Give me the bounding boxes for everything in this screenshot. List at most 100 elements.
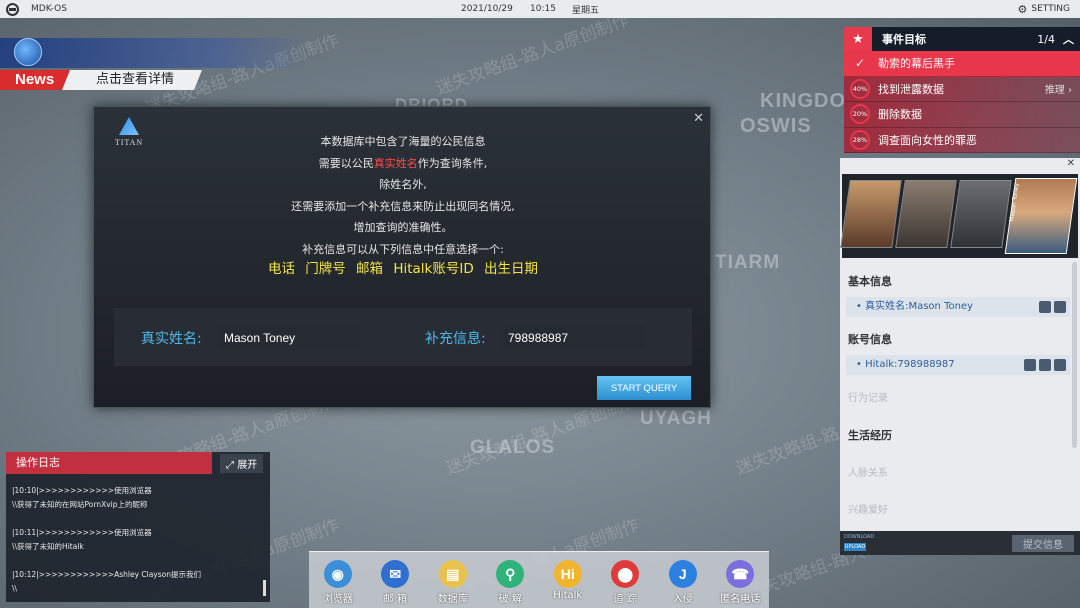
account-info-title: 账号信息: [848, 333, 892, 346]
objective-item[interactable]: 20% 删除数据: [844, 102, 1080, 128]
check-icon: ✓: [854, 56, 866, 71]
instruction-line: 还需要添加一个补充信息来防止出现同名情况,: [291, 199, 515, 213]
objective-text: 调查面向女性的罪恶: [878, 133, 977, 147]
progress-ring: 40%: [850, 78, 870, 99]
profile-scrollbar[interactable]: [1072, 262, 1077, 448]
deduce-link[interactable]: 推理 ›: [1045, 81, 1072, 96]
upload-label: UPLOAD: [844, 543, 866, 551]
crack-icon: ⚲: [496, 560, 525, 588]
phone-icon: ☎: [726, 560, 755, 588]
expand-button[interactable]: ⤢ 展开: [220, 453, 264, 473]
profile-panel: ✕ Mason Toney 基本信息 • 真实姓名:Mason Toney 账号…: [840, 158, 1080, 555]
objective-item[interactable]: 40% 找到泄露数据 推理 ›: [844, 76, 1080, 102]
account-info-entry[interactable]: • Hitalk:798988987: [846, 355, 1070, 375]
dock-item[interactable]: ✉ 邮 箱: [369, 560, 421, 605]
log-entry: \\获得了未知的Hitalk: [12, 542, 84, 551]
objective-text: 删除数据: [878, 108, 922, 122]
profile-footer: DOWNLOAD UPLOAD 提交信息: [840, 531, 1080, 555]
dock-item[interactable]: ⚲ 破 解: [484, 560, 536, 605]
dock-item[interactable]: ⬤ 追 踪: [599, 560, 651, 605]
log-title: 操作日志: [6, 452, 212, 474]
objectives-count: 1/4: [1037, 32, 1055, 46]
news-details-link[interactable]: 点击查看详情: [62, 70, 202, 90]
log-entry: \\: [12, 584, 18, 593]
map-label-oswis: OSWIS: [740, 115, 812, 137]
globe-icon: ◉: [323, 560, 352, 588]
database-icon: ▤: [438, 560, 467, 588]
dock-item-label: 追 踪: [613, 594, 637, 605]
behavior-record: 行为记录: [848, 393, 888, 404]
real-name-label: 真实姓名:: [141, 331, 202, 347]
setting-button[interactable]: ⚙ SETTING: [1018, 3, 1070, 16]
query-form: 真实姓名: 补充信息:: [114, 308, 692, 366]
basic-info-entry[interactable]: • 真实姓名:Mason Toney: [846, 297, 1070, 317]
instruction-line: 除姓名外,: [379, 178, 427, 191]
chevron-up-icon[interactable]: ︿: [1063, 31, 1074, 47]
news-banner[interactable]: News 点击查看详情: [0, 36, 320, 91]
hitalk-icon[interactable]: [1024, 359, 1036, 371]
event-objectives-panel: ★ 事件目标 1/4 ︿ ✓ 勒索的幕后黑手 40% 找到泄露数据 推理 › 2…: [844, 27, 1080, 153]
download-label: DOWNLOAD: [844, 534, 875, 540]
dock-item-label: Hitalk: [553, 590, 583, 601]
dock-item[interactable]: ◉ 浏览器: [312, 560, 364, 605]
gear-icon: ⚙: [1017, 2, 1028, 16]
instruction-line: 增加查询的准确性。: [353, 221, 453, 234]
dock-item-label: 数据库: [437, 594, 468, 605]
dock-item-label: 浏览器: [322, 594, 353, 605]
hook-icon: J: [668, 560, 697, 588]
system-weekday: 星期五: [572, 5, 600, 16]
submit-info-button[interactable]: 提交信息: [1012, 535, 1074, 552]
hobbies-item: 兴趣爱好: [848, 505, 888, 516]
close-icon[interactable]: ✕: [1067, 158, 1075, 169]
progress-ring: 20%: [850, 104, 870, 125]
close-icon[interactable]: ✕: [693, 111, 704, 126]
supplement-input[interactable]: [502, 326, 644, 350]
real-name-input[interactable]: [218, 326, 360, 350]
globe-icon: [14, 38, 42, 66]
supplement-label: 补充信息:: [425, 331, 486, 347]
objective-item[interactable]: ✓ 勒索的幕后黑手: [844, 51, 1080, 77]
log-entry: |10:10|>>>>>>>>>>>>使用浏览器: [12, 486, 152, 495]
portrait-thumbnail[interactable]: [950, 180, 1012, 248]
dock-item[interactable]: Hi Hitalk: [542, 560, 594, 601]
dock-item[interactable]: J 入侵: [657, 560, 709, 605]
objective-item[interactable]: 28% 调查面向女性的罪恶: [844, 127, 1080, 153]
expand-icon: ⤢: [226, 459, 234, 471]
start-query-button[interactable]: START QUERY: [597, 376, 691, 400]
shield-icon[interactable]: [1039, 359, 1051, 371]
objectives-header[interactable]: ★ 事件目标 1/4 ︿: [844, 27, 1080, 51]
portrait-selected[interactable]: Mason Toney: [1004, 178, 1078, 254]
dock-item[interactable]: ▤ 数据库: [427, 560, 479, 605]
system-date: 2021/10/29: [461, 4, 513, 14]
system-time: 10:15: [530, 4, 556, 14]
setting-label: SETTING: [1031, 4, 1070, 14]
instruction-line: 本数据库中包含了海量的公民信息: [320, 135, 486, 148]
star-icon: ★: [844, 27, 872, 51]
portrait-thumbnail[interactable]: [840, 180, 902, 248]
map-label-kingdo: KINGDO: [760, 90, 846, 112]
objective-text: 勒索的幕后黑手: [878, 57, 955, 71]
portrait-thumbnail[interactable]: [895, 180, 957, 248]
dock-item[interactable]: ☎ 匿名电话: [714, 560, 766, 605]
news-strip: [0, 38, 310, 68]
document-icon[interactable]: [1054, 359, 1066, 371]
dock-item-label: 入侵: [672, 594, 693, 605]
shield-icon[interactable]: [1039, 301, 1051, 313]
highlight-real-name: 真实姓名: [373, 156, 418, 170]
dock-item-label: 破 解: [498, 594, 522, 605]
log-body: |10:10|>>>>>>>>>>>>使用浏览器 \\获得了未知的在网站Porn…: [6, 474, 270, 596]
bullet-icon: •: [856, 359, 862, 370]
mail-icon: ✉: [381, 560, 410, 588]
relations-item: 人脉关系: [848, 468, 888, 479]
log-scrollbar[interactable]: [263, 580, 266, 596]
chevron-right-icon: ›: [1068, 85, 1072, 97]
map-label-uyagh: UYAGH: [640, 408, 712, 429]
document-icon[interactable]: [1054, 301, 1066, 313]
system-top-bar: MDK-OS 2021/10/29 10:15 星期五 ⚙ SETTING: [0, 0, 1080, 18]
dock-item-label: 邮 箱: [383, 594, 407, 605]
log-entry: |10:12|>>>>>>>>>>>>Ashley Clayson提示我们: [12, 570, 201, 579]
portrait-strip: Mason Toney: [840, 174, 1078, 258]
titan-query-dialog: ✕ TITAN 本数据库中包含了海量的公民信息 需要以公民真实姓名作为查询条件,…: [93, 106, 711, 408]
operation-log-panel: 操作日志 ⤢ 展开 |10:10|>>>>>>>>>>>>使用浏览器 \\获得了…: [6, 452, 270, 602]
objective-text: 找到泄露数据: [878, 82, 944, 96]
